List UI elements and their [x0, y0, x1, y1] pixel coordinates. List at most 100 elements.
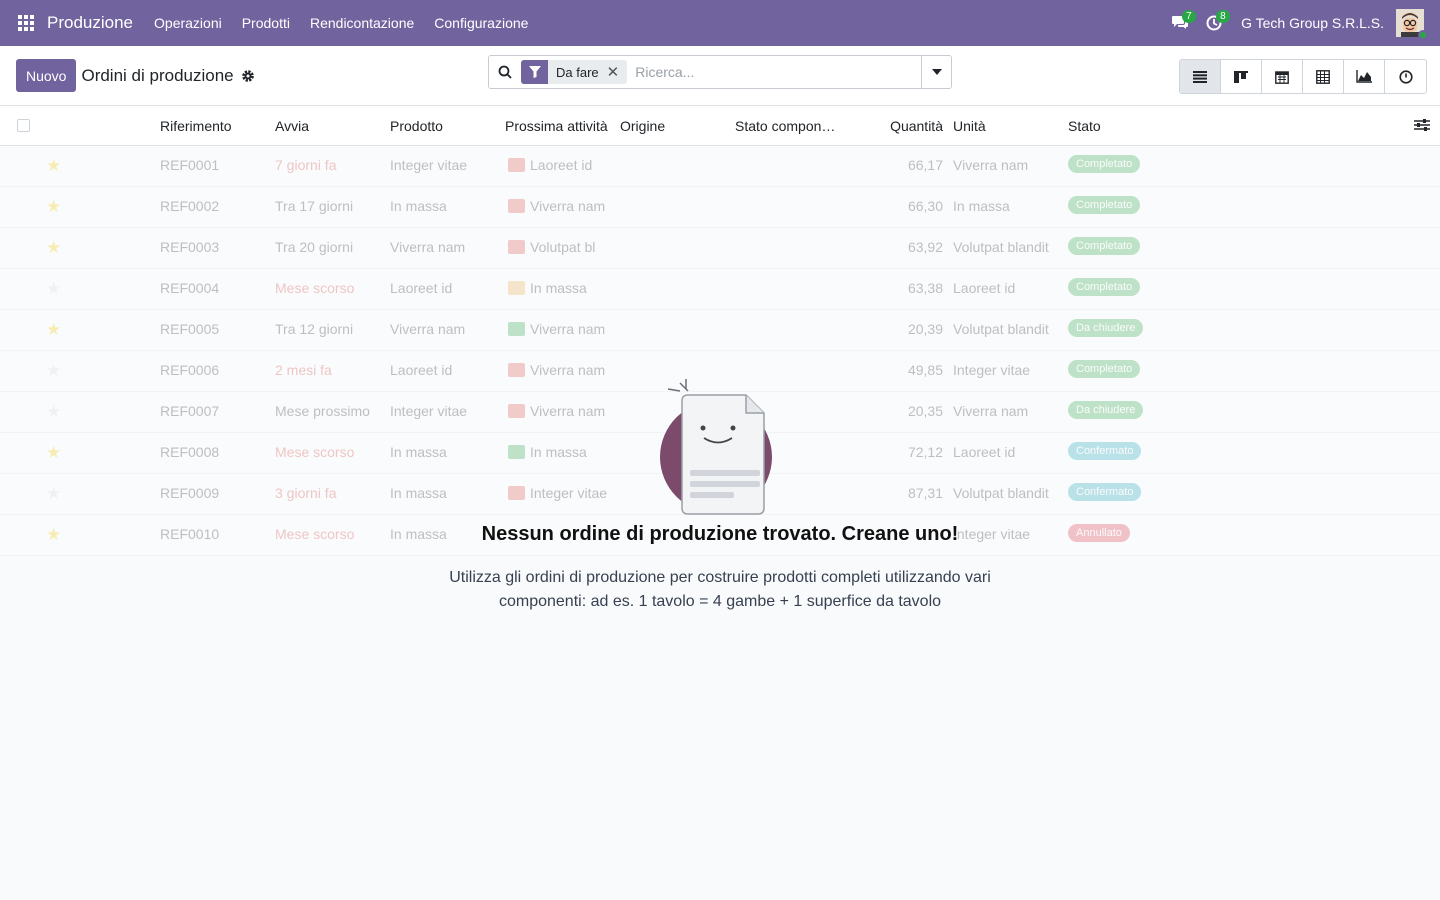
row-start: Tra 12 giorni [275, 321, 354, 337]
view-switcher [1179, 59, 1427, 94]
empty-state-description: Utilizza gli ordini di produzione per co… [449, 569, 991, 610]
page-title: Ordini di produzione [81, 65, 234, 85]
activity-icon [508, 199, 525, 213]
empty-state: Nessun ordine di produzione trovato. Cre… [0, 375, 1440, 614]
row-reference: REF0001 [160, 157, 220, 173]
column-header-reference[interactable]: Riferimento [160, 118, 232, 134]
star-icon[interactable]: ★ [46, 320, 61, 340]
status-badge: Completato [1068, 278, 1141, 296]
row-product: Laoreet id [390, 280, 453, 296]
row-activity-label: Viverra nam [530, 321, 606, 337]
kanban-view-button[interactable] [1221, 60, 1262, 93]
table-row: ★ REF0001 7 giorni fa Integer vitae Laoreet … [0, 146, 1440, 187]
column-header-product[interactable]: Prodotto [390, 118, 443, 134]
new-button[interactable]: Nuovo [16, 59, 77, 92]
list-view-button[interactable] [1180, 60, 1221, 93]
list-header: Riferimento Avvia Prodotto Prossima atti… [0, 106, 1440, 146]
row-activity[interactable]: Volutpat bl [508, 239, 595, 255]
row-product: Integer vitae [390, 157, 468, 173]
row-activity[interactable]: Laoreet id [508, 157, 592, 173]
row-start: 7 giorni fa [275, 157, 337, 173]
row-product: Viverra nam [390, 321, 466, 337]
star-icon[interactable]: ★ [46, 197, 61, 217]
close-icon[interactable]: ✕ [607, 63, 628, 81]
row-quantity: 66,17 [907, 157, 943, 173]
messages-count-badge: 7 [1182, 10, 1196, 23]
row-unit: Laoreet id [953, 280, 1016, 296]
row-product: Viverra nam [390, 239, 466, 255]
row-activity-label: Volutpat bl [530, 239, 596, 255]
column-header-component-status[interactable]: Stato compon… [735, 118, 835, 134]
column-header-start[interactable]: Avvia [275, 118, 309, 134]
kanban-icon [1234, 70, 1248, 83]
status-badge: Completato [1068, 237, 1141, 255]
activity-icon [508, 158, 525, 172]
row-activity[interactable]: Viverra nam [508, 321, 605, 337]
pivot-view-button[interactable] [1303, 60, 1344, 93]
calendar-icon [1275, 70, 1289, 84]
company-switcher[interactable]: G Tech Group S.R.L.S. [1231, 15, 1396, 31]
activity-icon [508, 240, 525, 254]
online-status-dot [1418, 30, 1428, 40]
activities-count-badge: 8 [1216, 10, 1230, 23]
row-start: Mese scorso [275, 280, 355, 296]
column-header-origin[interactable]: Origine [620, 118, 665, 134]
row-quantity: 66,30 [907, 198, 943, 214]
column-header-next-activity[interactable]: Prossima attività [505, 118, 608, 134]
messages-button[interactable]: 7 [1163, 0, 1197, 46]
activities-button[interactable]: 8 [1197, 0, 1231, 46]
empty-state-title: Nessun ordine di produzione trovato. Cre… [481, 523, 959, 545]
graph-view-button[interactable] [1344, 60, 1385, 93]
row-start: Tra 20 giorni [275, 239, 354, 255]
status-badge: Da chiudere [1068, 319, 1144, 337]
user-avatar[interactable] [1396, 9, 1428, 40]
select-all-checkbox[interactable] [17, 119, 30, 132]
column-header-quantity[interactable]: Quantità [883, 118, 943, 134]
menu-rendicontazione[interactable]: Rendicontazione [300, 15, 424, 31]
row-unit: In massa [953, 198, 1010, 214]
filter-facet: Da fare ✕ [521, 60, 628, 84]
activity-icon [508, 322, 525, 336]
star-icon[interactable]: ★ [46, 279, 61, 299]
row-start: Tra 17 giorni [275, 198, 354, 214]
column-settings-icon[interactable] [1414, 118, 1430, 135]
table-row: ★ REF0003 Tra 20 giorni Viverra nam Volutpat… [0, 228, 1440, 269]
row-reference: REF0004 [160, 280, 220, 296]
star-icon[interactable]: ★ [46, 238, 61, 258]
table-row: ★ REF0004 Mese scorso Laoreet id In massa 63,… [0, 269, 1440, 310]
column-header-unit[interactable]: Unità [953, 118, 986, 134]
activity-view-button[interactable] [1385, 60, 1426, 93]
filter-icon [521, 60, 548, 84]
row-reference: REF0002 [160, 198, 220, 214]
menu-prodotti[interactable]: Prodotti [232, 15, 300, 31]
app-name[interactable]: Produzione [47, 13, 133, 33]
search-options-toggle[interactable] [921, 56, 951, 88]
row-activity[interactable]: Viverra nam [508, 198, 605, 214]
table-icon [1316, 69, 1330, 84]
search-input[interactable] [635, 64, 906, 80]
menu-configurazione[interactable]: Configurazione [424, 15, 538, 31]
empty-document-illustration [660, 375, 780, 515]
row-quantity: 20,39 [907, 321, 943, 337]
control-panel: Nuovo Ordini di produzione Da fare ✕ [0, 46, 1440, 106]
star-icon[interactable]: ★ [46, 156, 61, 176]
search-icon[interactable] [489, 65, 521, 79]
area-chart-icon [1356, 70, 1372, 83]
caret-down-icon [931, 69, 942, 75]
gear-icon[interactable] [241, 69, 255, 83]
table-row: ★ REF0002 Tra 17 giorni In massa Viverra nam… [0, 187, 1440, 228]
column-header-state[interactable]: Stato [1068, 118, 1101, 134]
row-activity-label: Viverra nam [530, 198, 606, 214]
filter-facet-label: Da fare [556, 64, 599, 80]
status-badge: Completato [1068, 155, 1141, 173]
row-activity-label: In massa [530, 280, 587, 296]
row-quantity: 63,92 [907, 239, 943, 255]
menu-operazioni[interactable]: Operazioni [144, 15, 232, 31]
calendar-view-button[interactable] [1262, 60, 1303, 93]
status-badge: Completato [1068, 196, 1141, 214]
row-product: In massa [390, 198, 447, 214]
row-activity[interactable]: In massa [508, 280, 587, 296]
list-icon [1193, 70, 1207, 83]
row-reference: REF0005 [160, 321, 220, 337]
apps-menu-icon[interactable] [0, 0, 52, 46]
